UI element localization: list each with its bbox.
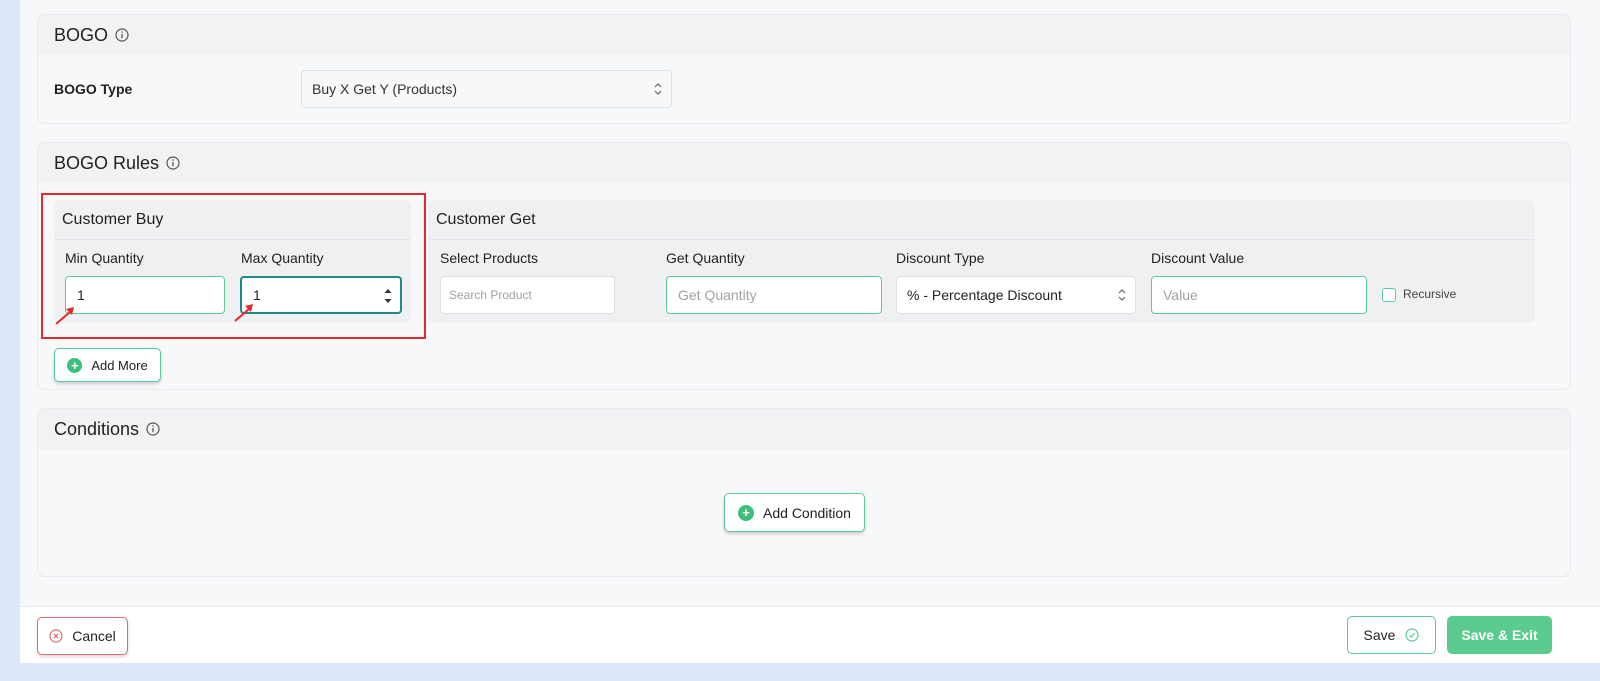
cancel-label: Cancel <box>72 628 116 644</box>
info-icon[interactable] <box>146 422 160 436</box>
conditions-title: Conditions <box>54 418 140 439</box>
save-and-exit-button[interactable]: Save & Exit <box>1447 616 1552 654</box>
bogo-type-value: Buy X Get Y (Products) <box>312 81 457 97</box>
add-condition-label: Add Condition <box>763 504 851 521</box>
bogo-type-select[interactable]: Buy X Get Y (Products) <box>301 70 672 108</box>
bogo-rules-title: BOGO Rules <box>54 152 160 173</box>
min-quantity-label: Min Quantity <box>65 250 144 266</box>
recursive-label: Recursive <box>1403 287 1457 301</box>
recursive-checkbox[interactable] <box>1382 288 1396 302</box>
search-product-input[interactable]: Search Product <box>440 276 615 314</box>
customer-get-panel: Customer Get Select Products Search Prod… <box>428 200 1535 323</box>
min-quantity-input[interactable]: 1 <box>65 276 225 314</box>
get-quantity-input[interactable]: Get Quantity <box>666 276 882 314</box>
discount-value-input[interactable]: Value <box>1151 276 1367 314</box>
bottom-strip <box>20 663 1600 681</box>
bogo-card-title: BOGO <box>54 24 109 45</box>
chevron-updown-icon <box>1118 289 1126 301</box>
customer-get-title: Customer Get <box>428 200 1535 240</box>
plus-circle-icon: + <box>67 357 83 373</box>
discount-value-placeholder: Value <box>1163 287 1198 303</box>
spinner-icon[interactable] <box>384 286 392 306</box>
get-quantity-label: Get Quantity <box>666 250 745 266</box>
discount-type-select[interactable]: % - Percentage Discount <box>896 276 1136 314</box>
cancel-button[interactable]: Cancel <box>37 617 128 655</box>
add-more-button[interactable]: + Add More <box>54 348 161 382</box>
discount-type-label: Discount Type <box>896 250 985 266</box>
red-arrow-icon <box>234 304 253 322</box>
conditions-card: Conditions + Add Condition <box>37 408 1571 577</box>
save-exit-label: Save & Exit <box>1461 627 1538 643</box>
bogo-rules-header: BOGO Rules <box>38 143 1570 183</box>
min-quantity-value: 1 <box>77 287 85 303</box>
bogo-rules-card: BOGO Rules Customer Buy Min Quantity 1 M… <box>37 142 1571 390</box>
max-quantity-input[interactable]: 1 <box>240 276 402 314</box>
select-products-label: Select Products <box>440 250 539 266</box>
plus-circle-icon: + <box>738 504 755 521</box>
check-circle-icon <box>1405 628 1420 642</box>
chevron-updown-icon <box>654 83 662 95</box>
red-arrow-icon <box>55 307 74 325</box>
footer-bar: Cancel Save Save & Exit <box>20 606 1600 663</box>
bogo-card: BOGO BOGO Type Buy X Get Y (Products) <box>37 14 1571 124</box>
save-button[interactable]: Save <box>1347 616 1436 654</box>
close-circle-icon <box>49 629 63 643</box>
max-quantity-label: Max Quantity <box>241 250 324 266</box>
save-label: Save <box>1363 627 1396 643</box>
discount-type-value: % - Percentage Discount <box>907 287 1062 303</box>
conditions-header: Conditions <box>38 409 1570 449</box>
info-icon[interactable] <box>115 28 129 42</box>
add-condition-button[interactable]: + Add Condition <box>724 493 865 532</box>
bogo-type-label: BOGO Type <box>54 81 133 97</box>
discount-value-label: Discount Value <box>1151 250 1245 266</box>
customer-buy-title: Customer Buy <box>54 200 411 240</box>
page: BOGO BOGO Type Buy X Get Y (Products) BO… <box>20 0 1600 681</box>
search-product-placeholder: Search Product <box>449 288 532 302</box>
get-quantity-placeholder: Get Quantity <box>678 287 757 303</box>
add-more-label: Add More <box>91 357 148 373</box>
info-icon[interactable] <box>166 156 180 170</box>
bogo-card-header: BOGO <box>38 15 1570 55</box>
